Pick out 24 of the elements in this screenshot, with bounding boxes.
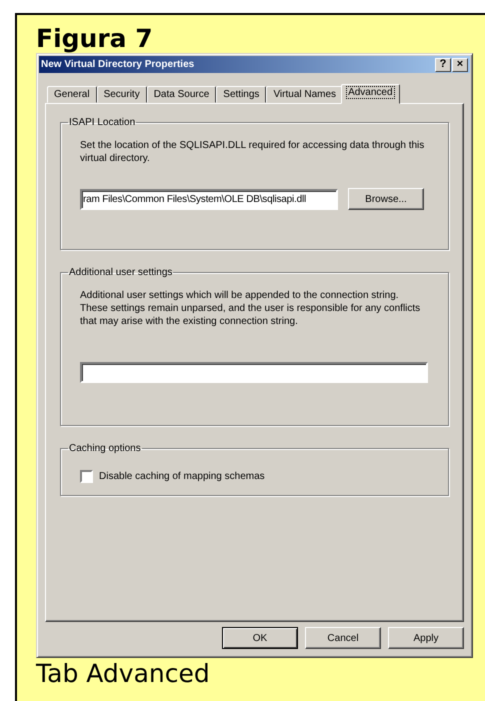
checkbox-label: Disable caching of mapping schemas	[99, 471, 265, 482]
settings-field[interactable]	[80, 362, 428, 383]
tab[interactable]: Settings	[216, 86, 266, 103]
group-label: Additional user settings	[68, 267, 174, 278]
path-field[interactable]: ram Files\Common Files\System\OLE DB\sqlisapi.dll	[80, 188, 338, 210]
tab[interactable]: Virtual Names	[266, 86, 344, 103]
group-description: Additional user settings which will be appended to the connection string. These settings remain unparsed, and the user is responsible for any conflicts that may arise with the existing connection string.	[80, 289, 422, 328]
dialog-button[interactable]: Cancel	[305, 627, 381, 649]
tab[interactable]: Data Source	[146, 86, 216, 103]
tab[interactable]: Advanced	[341, 84, 400, 104]
checkbox[interactable]	[80, 470, 93, 483]
figure-caption: Tab Advanced	[36, 659, 210, 689]
help-button[interactable]: ?	[435, 58, 451, 72]
close-button[interactable]: ×	[452, 58, 468, 72]
figure-heading: Figura 7	[36, 25, 153, 53]
window-title: New Virtual Directory Properties	[41, 59, 194, 70]
group-description: Set the location of the SQLISAPI.DLL required for accessing data through this virtual directory.	[80, 139, 426, 165]
group-label: Caching options	[68, 443, 142, 454]
group-label: ISAPI Location	[68, 117, 136, 128]
tab[interactable]: General	[47, 86, 97, 103]
tab[interactable]: Security	[96, 86, 147, 103]
dialog-button[interactable]: Apply	[388, 627, 464, 649]
dialog-button[interactable]: OK	[222, 627, 298, 649]
browse-button[interactable]: Browse...	[348, 188, 424, 210]
